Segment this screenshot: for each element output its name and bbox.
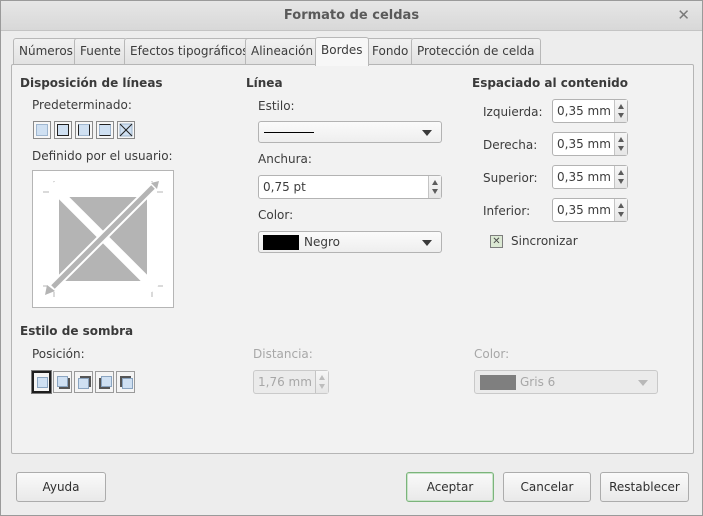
padding-bottom-label: Inferior: <box>483 204 531 218</box>
shadow-bottom-left-button[interactable] <box>95 371 114 393</box>
line-width-stepper[interactable]: 0,75 pt <box>258 175 442 199</box>
tab-proteccion-de-celda[interactable]: Protección de celda <box>411 38 541 64</box>
line-width-spin-buttons[interactable] <box>428 176 441 198</box>
padding-left-spin-buttons[interactable] <box>614 100 627 122</box>
shadow-color-value: Gris 6 <box>520 375 556 389</box>
shadow-heading: Estilo de sombra <box>20 324 134 338</box>
chevron-down-icon <box>638 380 648 386</box>
padding-right-label: Derecha: <box>483 138 538 152</box>
diagonal-border-icon <box>119 123 133 137</box>
increment-icon[interactable] <box>432 180 438 185</box>
line-style-sample <box>264 132 314 133</box>
ok-button[interactable]: Aceptar <box>406 472 494 502</box>
padding-bottom-value: 0,35 mm <box>557 203 611 217</box>
line-width-value: 0,75 pt <box>263 180 306 194</box>
padding-right-value: 0,35 mm <box>557 137 611 151</box>
shadow-bottom-left-icon <box>101 376 112 387</box>
padding-left-stepper[interactable]: 0,35 mm <box>552 99 628 123</box>
padding-right-stepper[interactable]: 0,35 mm <box>552 132 628 156</box>
close-icon[interactable]: ✕ <box>677 6 690 24</box>
increment-icon[interactable] <box>618 203 624 208</box>
cancel-button[interactable]: Cancelar <box>503 472 591 502</box>
tab-numeros[interactable]: Números <box>13 38 79 64</box>
line-heading: Línea <box>246 76 283 90</box>
shadow-distance-spin-buttons[interactable] <box>315 371 328 393</box>
title-bar: Formato de celdas ✕ <box>1 1 702 31</box>
shadow-distance-stepper[interactable]: 1,76 mm <box>253 370 329 394</box>
help-button[interactable]: Ayuda <box>16 472 106 502</box>
synchronize-checkbox[interactable]: ✕ <box>490 235 503 248</box>
shadow-top-left-icon <box>122 378 133 389</box>
chevron-down-icon <box>422 240 432 246</box>
increment-icon[interactable] <box>319 375 325 380</box>
no-borders-icon <box>36 124 48 136</box>
padding-left-value: 0,35 mm <box>557 104 611 118</box>
chevron-down-icon <box>422 130 432 136</box>
preset-outer-left-right[interactable] <box>75 121 93 139</box>
padding-top-stepper[interactable]: 0,35 mm <box>552 165 628 189</box>
padding-heading: Espaciado al contenido <box>472 76 629 90</box>
shadow-top-right-button[interactable] <box>74 371 93 393</box>
line-color-select[interactable]: Negro <box>258 231 442 253</box>
shadow-top-left-button[interactable] <box>116 371 135 393</box>
dialog-title: Formato de celdas <box>283 8 420 23</box>
shadow-color-swatch <box>480 375 516 390</box>
no-shadow-icon <box>37 377 48 388</box>
format-cells-dialog: Formato de celdas ✕ Números Fuente Efect… <box>0 0 703 516</box>
increment-icon[interactable] <box>618 170 624 175</box>
decrement-icon[interactable] <box>432 189 438 194</box>
increment-icon[interactable] <box>618 137 624 142</box>
preset-outer-top-bottom[interactable] <box>96 121 114 139</box>
shadow-none-button[interactable] <box>31 370 52 394</box>
line-color-label: Color: <box>258 208 294 222</box>
top-bottom-border-icon <box>99 124 111 136</box>
line-width-label: Anchura: <box>258 152 312 166</box>
padding-left-label: Izquierda: <box>483 105 543 119</box>
decrement-icon[interactable] <box>618 212 624 217</box>
user-defined-border-preview[interactable] <box>32 170 174 308</box>
shadow-distance-value: 1,76 mm <box>258 375 312 389</box>
shadow-color-select[interactable]: Gris 6 <box>474 370 658 394</box>
left-right-border-icon <box>78 124 90 136</box>
line-style-select[interactable] <box>258 121 442 143</box>
shadow-color-label: Color: <box>474 347 510 361</box>
decrement-icon[interactable] <box>618 113 624 118</box>
tab-efectos-tipograficos[interactable]: Efectos tipográficos <box>124 38 255 64</box>
line-style-label: Estilo: <box>258 99 295 113</box>
tab-fondo[interactable]: Fondo <box>366 38 415 64</box>
border-preview-canvas <box>43 181 163 297</box>
padding-bottom-stepper[interactable]: 0,35 mm <box>552 198 628 222</box>
shadow-distance-label: Distancia: <box>253 347 313 361</box>
padding-top-value: 0,35 mm <box>557 170 611 184</box>
tab-alineacion[interactable]: Alineación <box>245 38 320 64</box>
decrement-icon[interactable] <box>319 384 325 389</box>
shadow-position-label: Posición: <box>32 347 85 361</box>
user-defined-label: Definido por el usuario: <box>32 149 173 163</box>
line-color-swatch <box>263 235 299 250</box>
tab-fuente[interactable]: Fuente <box>74 38 127 64</box>
preset-diagonal[interactable] <box>117 121 135 139</box>
preset-no-borders[interactable] <box>33 121 51 139</box>
shadow-bottom-right-icon <box>57 376 68 387</box>
padding-bottom-spin-buttons[interactable] <box>614 199 627 221</box>
preset-outer-border[interactable] <box>54 121 72 139</box>
shadow-bottom-right-button[interactable] <box>53 371 72 393</box>
shadow-top-right-icon <box>78 378 89 389</box>
decrement-icon[interactable] <box>618 146 624 151</box>
reset-button[interactable]: Restablecer <box>600 472 689 502</box>
outer-border-icon <box>57 124 69 136</box>
padding-right-spin-buttons[interactable] <box>614 133 627 155</box>
padding-top-label: Superior: <box>483 171 538 185</box>
line-color-value: Negro <box>304 235 340 249</box>
decrement-icon[interactable] <box>618 179 624 184</box>
line-arrangement-heading: Disposición de líneas <box>20 76 163 90</box>
padding-top-spin-buttons[interactable] <box>614 166 627 188</box>
synchronize-label: Sincronizar <box>511 234 578 248</box>
tab-bordes[interactable]: Bordes <box>315 37 369 66</box>
increment-icon[interactable] <box>618 104 624 109</box>
presets-label: Predeterminado: <box>32 98 132 112</box>
